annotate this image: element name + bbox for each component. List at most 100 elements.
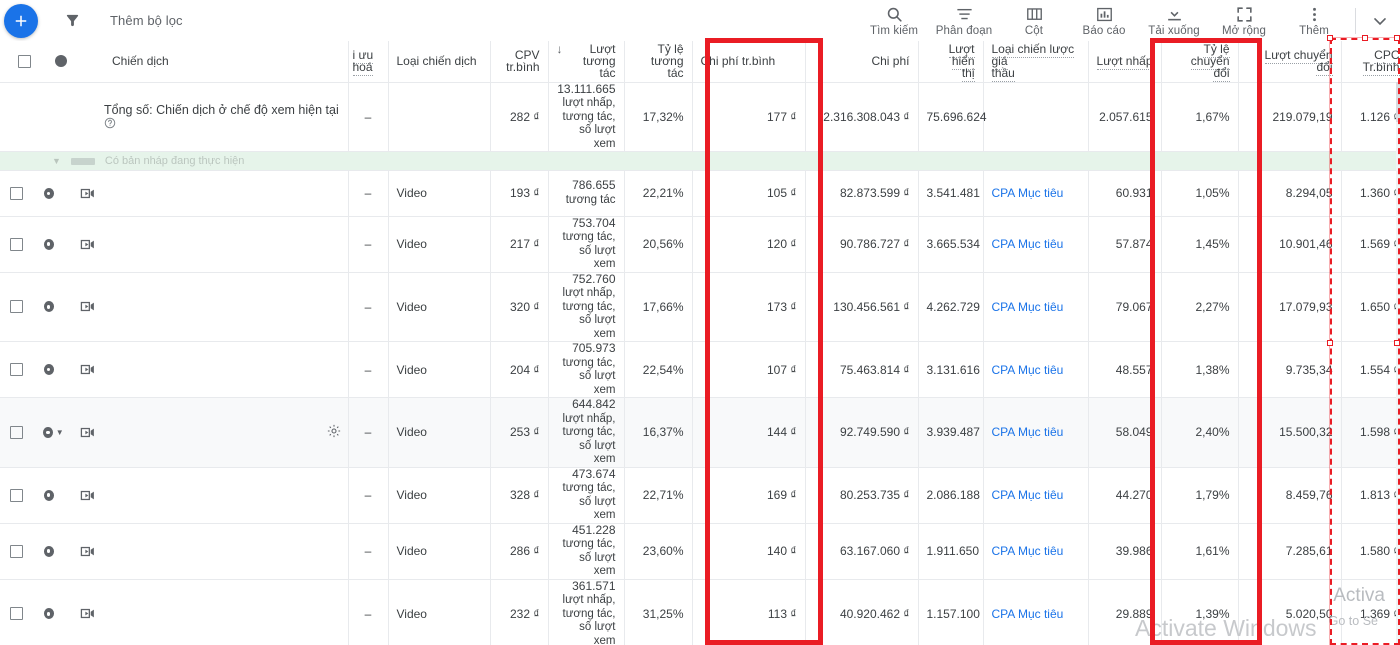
- status-filter-icon[interactable]: [55, 55, 67, 68]
- row-lead-cell: [0, 272, 104, 343]
- row-lead-cell: [0, 216, 104, 273]
- header-campaign-type[interactable]: Loại chiến dịch: [387, 41, 490, 83]
- row-name-cell[interactable]: [104, 523, 348, 580]
- row-interactions-detail: lượt nhấp, tương tác, số lượt xem: [562, 594, 616, 645]
- expand-icon: [1235, 5, 1254, 24]
- row-avg-cpv: 328 ₫: [489, 467, 548, 524]
- columns-icon: [1025, 5, 1044, 24]
- row-checkbox[interactable]: [10, 186, 23, 200]
- row-checkbox[interactable]: [10, 237, 23, 251]
- total-interactions: 13.111.665 lượt nhấp, tương tác, số lượt…: [547, 82, 624, 152]
- row-bid-strategy[interactable]: CPA Mục tiêu: [982, 579, 1088, 645]
- header-interaction-rate[interactable]: Tỷ lệ tương tác: [623, 41, 692, 83]
- status-dropdown-caret[interactable]: ▼: [56, 428, 64, 437]
- table-row[interactable]: – Video 193 ₫ 786.655 tương tác 22,21% 105 ₫ 82…: [0, 170, 1400, 217]
- status-paused-dot[interactable]: [42, 426, 53, 438]
- row-impressions: 1.911.650: [917, 523, 983, 580]
- header-select-status: [0, 41, 104, 83]
- header-campaign[interactable]: Chiến dịch: [104, 41, 348, 83]
- header-avg-cpc[interactable]: CPC Tr.bình: [1340, 41, 1400, 83]
- select-all-checkbox[interactable]: [18, 54, 31, 68]
- row-avg-cpc: 1.369 ₫: [1340, 579, 1400, 645]
- row-clicks: 60.931: [1087, 170, 1161, 217]
- header-interactions[interactable]: ↓ Lượt tương tác: [547, 41, 624, 83]
- row-bid-strategy[interactable]: CPA Mục tiêu: [982, 397, 1088, 468]
- row-lead-cell: [0, 523, 104, 580]
- header-clicks[interactable]: Lượt nhấp: [1087, 41, 1161, 83]
- segment-icon: [955, 5, 974, 24]
- table-row[interactable]: – Video 286 ₫ 451.228 tương tác, số lượt xem 2…: [0, 523, 1400, 580]
- toolbar-segment-button[interactable]: Phân đoạn: [929, 0, 999, 41]
- add-filter-label[interactable]: Thêm bộ lọc: [110, 13, 183, 28]
- row-cost: 90.786.727 ₫: [804, 216, 918, 273]
- header-conversions[interactable]: Lượt chuyển đổi: [1237, 41, 1341, 83]
- scrollbar-thumb[interactable]: [1396, 82, 1400, 122]
- toolbar-report-button[interactable]: Báo cáo: [1069, 0, 1139, 41]
- row-bid-strategy[interactable]: CPA Mục tiêu: [982, 341, 1088, 399]
- header-conv-rate[interactable]: Tỷ lệ chuyển đổi: [1160, 41, 1238, 83]
- add-campaign-button[interactable]: [4, 3, 38, 38]
- header-optimization[interactable]: i ưu hoá: [347, 41, 388, 83]
- table-row[interactable]: – Video 217 ₫ 753.704 tương tác, số lượt xem 2…: [0, 216, 1400, 273]
- header-impressions[interactable]: Lượt hiển thị: [917, 41, 983, 83]
- row-name-cell[interactable]: [104, 341, 348, 399]
- row-bid-strategy[interactable]: CPA Mục tiêu: [982, 467, 1088, 524]
- header-avg-cost[interactable]: Chi phí tr.bình: [691, 41, 805, 83]
- status-paused-dot[interactable]: [43, 238, 54, 250]
- header-avg-cpv[interactable]: CPV tr.bình: [489, 41, 548, 83]
- toolbar-download-button[interactable]: Tải xuống: [1139, 0, 1209, 41]
- row-name-cell[interactable]: [104, 216, 348, 273]
- row-lead-cell: [0, 467, 104, 524]
- row-name-cell[interactable]: [104, 170, 348, 217]
- row-name-cell[interactable]: [104, 397, 348, 468]
- header-bid-strategy[interactable]: Loại chiến lược giá thầu: [982, 41, 1088, 83]
- toolbar-expand-button[interactable]: Mở rộng: [1209, 0, 1279, 41]
- table-row[interactable]: – Video 328 ₫ 473.674 tương tác, số lượt xem 2…: [0, 467, 1400, 524]
- status-paused-dot[interactable]: [43, 301, 54, 313]
- row-checkbox[interactable]: [10, 300, 23, 314]
- toolbar-more-button[interactable]: Thêm: [1279, 0, 1349, 41]
- row-clicks: 39.986: [1087, 523, 1161, 580]
- row-bid-strategy[interactable]: CPA Mục tiêu: [982, 170, 1088, 217]
- status-paused-dot[interactable]: [43, 545, 54, 557]
- total-campaign-type: [387, 82, 490, 152]
- row-name-cell[interactable]: [104, 467, 348, 524]
- collapse-panel-button[interactable]: [1360, 0, 1400, 41]
- status-paused-dot[interactable]: [43, 489, 54, 501]
- table-row[interactable]: – Video 204 ₫ 705.973 tương tác, số lượt xem 2…: [0, 341, 1400, 399]
- row-name-cell[interactable]: [104, 579, 348, 645]
- row-bid-strategy[interactable]: CPA Mục tiêu: [982, 272, 1088, 343]
- toolbar-columns-button[interactable]: Cột: [999, 0, 1069, 41]
- status-paused-dot[interactable]: [43, 608, 54, 620]
- help-circle-icon[interactable]: [104, 117, 116, 131]
- status-paused-dot[interactable]: [43, 187, 54, 199]
- chevron-down-icon[interactable]: ▼: [52, 156, 61, 166]
- row-checkbox[interactable]: [10, 488, 23, 502]
- vertical-scrollbar[interactable]: [1396, 82, 1400, 645]
- draft-notification-cell[interactable]: ▼ Có bản nháp đang thực hiện: [0, 151, 1400, 171]
- table-row[interactable]: ▼ – Video 253 ₫ 644.842 lượt nhấp, tương tác, s…: [0, 397, 1400, 468]
- row-cost: 82.873.599 ₫: [804, 170, 918, 217]
- row-bid-strategy[interactable]: CPA Mục tiêu: [982, 523, 1088, 580]
- table-body: Tổng số: Chiến dịch ở chế độ xem hiện tạ…: [0, 82, 1400, 171]
- row-bid-strategy[interactable]: CPA Mục tiêu: [982, 216, 1088, 273]
- row-checkbox[interactable]: [10, 544, 23, 558]
- header-cost[interactable]: Chi phí: [804, 41, 918, 83]
- gear-icon[interactable]: [326, 423, 342, 439]
- status-paused-dot[interactable]: [43, 364, 54, 376]
- row-lead-cell: [0, 170, 104, 217]
- row-interactions: 473.674 tương tác, số lượt xem: [547, 467, 624, 524]
- filter-funnel-icon[interactable]: [64, 12, 81, 29]
- row-avg-cpc: 1.554 ₫: [1340, 341, 1400, 399]
- campaigns-table-container[interactable]: Chiến dịch i ưu hoá Loại chiến dịch CPV …: [0, 41, 1400, 645]
- row-checkbox[interactable]: [10, 363, 23, 377]
- toolbar-search-button[interactable]: Tìm kiếm: [859, 0, 929, 41]
- table-row[interactable]: – Video 232 ₫ 361.571 lượt nhấp, tương tác, số…: [0, 579, 1400, 645]
- row-lead-cell: [0, 341, 104, 399]
- row-checkbox[interactable]: [10, 607, 23, 621]
- table-row[interactable]: – Video 320 ₫ 752.760 lượt nhấp, tương tác, số…: [0, 272, 1400, 343]
- draft-notification-row[interactable]: ▼ Có bản nháp đang thực hiện: [0, 151, 1400, 171]
- row-checkbox[interactable]: [10, 425, 23, 439]
- row-name-cell[interactable]: [104, 272, 348, 343]
- row-interaction-rate: 16,37%: [623, 397, 692, 468]
